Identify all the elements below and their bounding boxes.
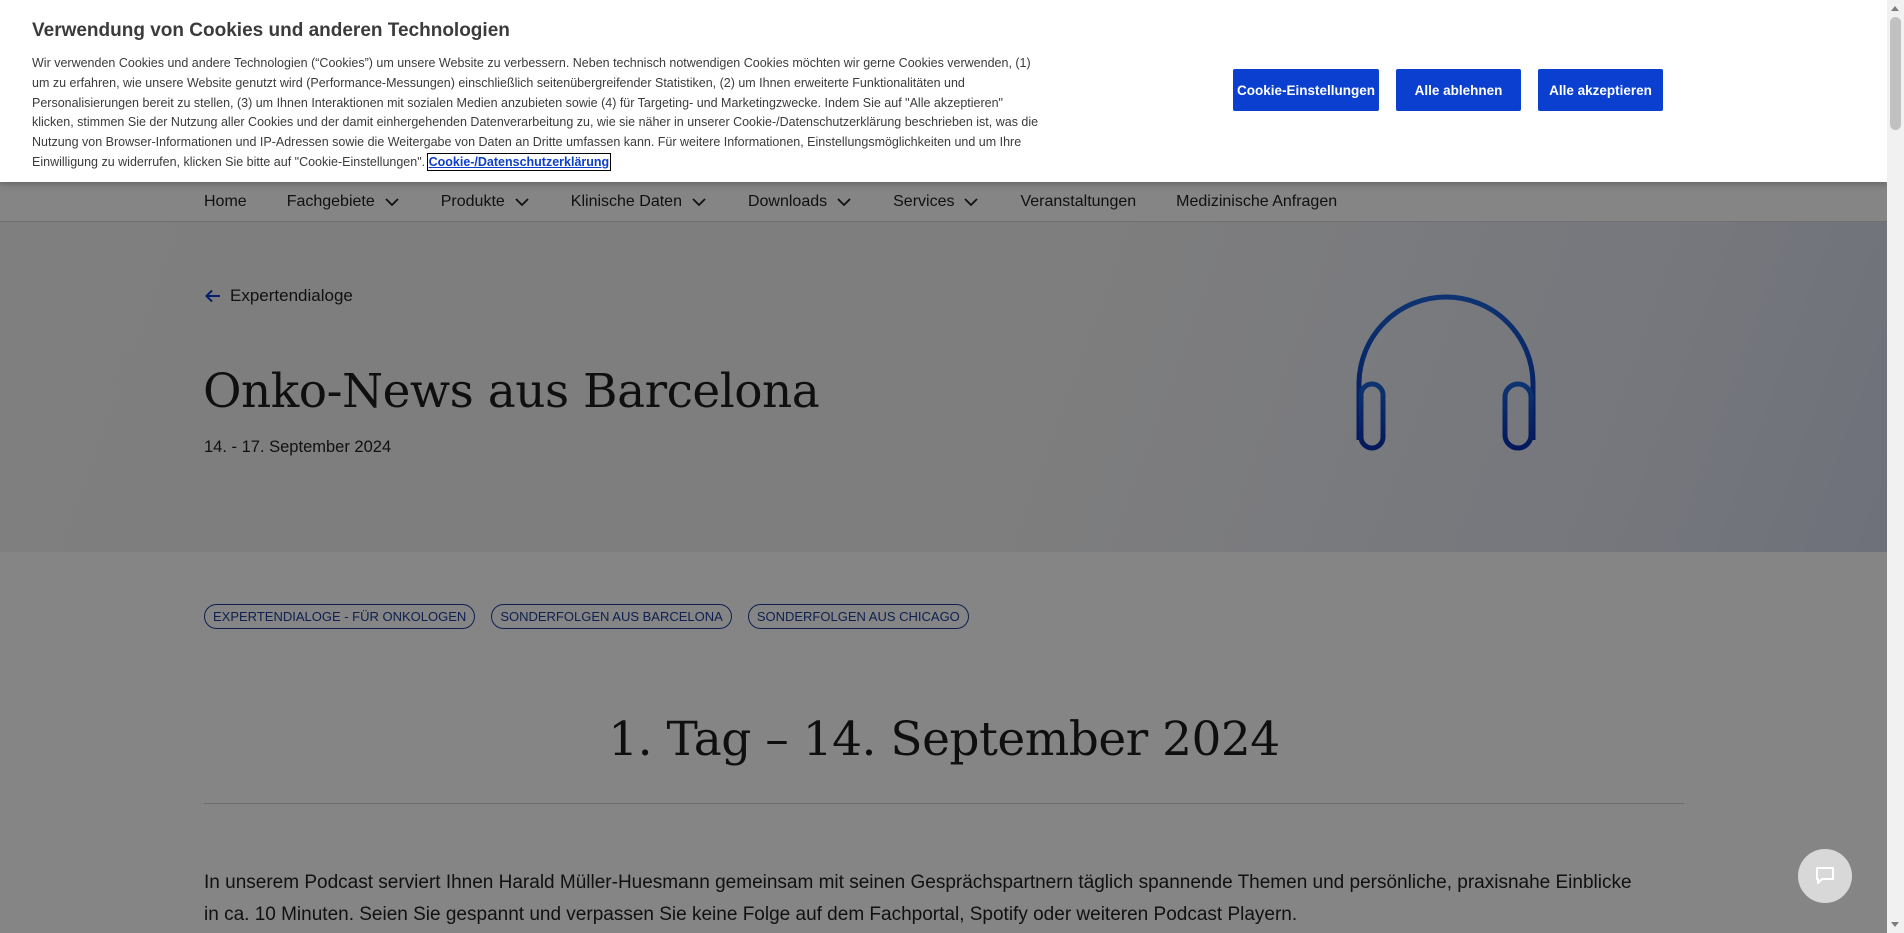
cookie-text-body: Wir verwenden Cookies und andere Technol… xyxy=(32,56,1039,169)
cookie-buttons: Cookie-Einstellungen Alle ablehnen Alle … xyxy=(1233,69,1663,111)
chat-button[interactable] xyxy=(1798,849,1852,903)
scrollbar-thumb[interactable] xyxy=(1890,17,1901,130)
reject-all-button[interactable]: Alle ablehnen xyxy=(1396,69,1521,111)
cookie-banner: Verwendung von Cookies und anderen Techn… xyxy=(0,0,1887,182)
privacy-policy-link[interactable]: Cookie-/Datenschutzerklärung xyxy=(426,152,612,171)
scrollbar[interactable] xyxy=(1887,0,1904,933)
accept-all-button[interactable]: Alle akzeptieren xyxy=(1538,69,1663,111)
scroll-down-arrow[interactable] xyxy=(1891,922,1899,927)
scroll-up-arrow[interactable] xyxy=(1891,6,1899,11)
cookie-settings-button[interactable]: Cookie-Einstellungen xyxy=(1233,69,1379,111)
chat-icon xyxy=(1816,867,1834,884)
cookie-description: Wir verwenden Cookies und andere Technol… xyxy=(32,54,1046,173)
page: Home Fachgebiete Produkte Klinische Date… xyxy=(0,0,1887,933)
cookie-title: Verwendung von Cookies und anderen Techn… xyxy=(32,20,510,41)
